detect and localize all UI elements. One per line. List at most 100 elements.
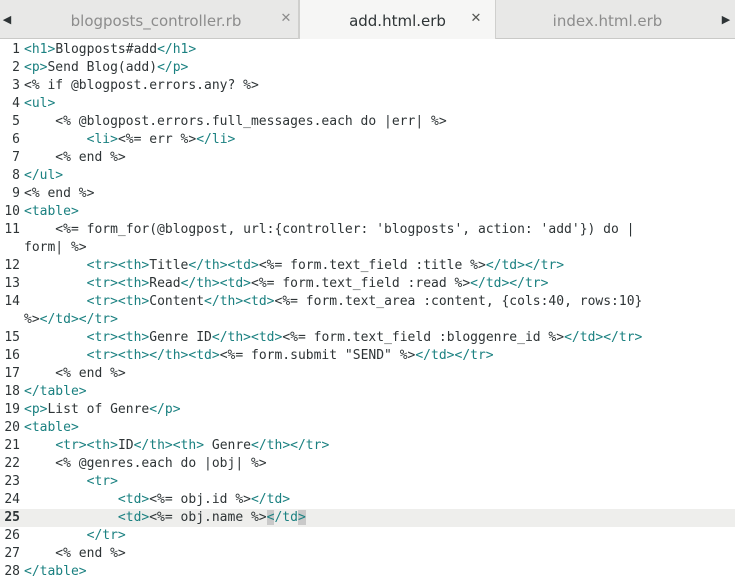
code-line[interactable]: 13 <tr><th>Read</th><td><%= form.text_fi… [0, 275, 735, 293]
code-text: </table> [24, 563, 87, 581]
code-line[interactable]: 7 <% end %> [0, 149, 735, 167]
code-text: <tr><th></th><td><%= form.submit "SEND" … [24, 347, 494, 365]
code-line[interactable]: 16 <tr><th></th><td><%= form.submit "SEN… [0, 347, 735, 365]
code-token: Read [149, 276, 181, 291]
code-line[interactable]: 26 </tr> [0, 527, 735, 545]
code-line[interactable]: 10 <table> [0, 203, 735, 221]
code-line[interactable]: 22 <% @genres.each do |obj| %> [0, 455, 735, 473]
code-line[interactable]: 15 <tr><th>Genre ID</th><td><%= form.tex… [0, 329, 735, 347]
code-line[interactable]: 23 <tr> [0, 473, 735, 491]
code-token: <%= form.submit "SEND" %> [219, 348, 416, 363]
code-line[interactable]: form| %> [0, 239, 735, 257]
code-text: <% @blogpost.errors.full_messages.each d… [24, 113, 446, 131]
code-token: <% end %> [24, 150, 126, 165]
line-number: 24 [4, 492, 20, 507]
code-line[interactable]: 17 <% end %> [0, 365, 735, 383]
scroll-tabs-left-icon[interactable]: ◀ [0, 0, 14, 39]
code-token: </ul> [24, 168, 64, 183]
line-number: 1 [12, 42, 20, 57]
code-line[interactable]: 6 <li><%= err %></li> [0, 131, 735, 149]
line-number: 16 [4, 348, 20, 363]
code-line[interactable]: 18 </table> [0, 383, 735, 401]
code-line[interactable]: 2 <p>Send Blog(add)</p> [0, 59, 735, 77]
code-token: /td [274, 510, 298, 525]
code-token: </tr> [86, 528, 126, 543]
code-token: </th></tr> [251, 438, 330, 453]
line-number: 6 [12, 132, 20, 147]
code-line[interactable]: 20 <table> [0, 419, 735, 437]
code-line[interactable]: 12 <tr><th>Title</th><td><%= form.text_f… [0, 257, 735, 275]
code-token: <tr><th> [86, 330, 150, 345]
line-number: 18 [4, 384, 20, 399]
code-line[interactable]: 19 <p>List of Genre</p> [0, 401, 735, 419]
code-text: <li><%= err %></li> [24, 131, 236, 149]
code-text: <h1>Blogposts#add</h1> [24, 41, 196, 59]
tab-add-html-erb[interactable]: add.html.erb ✕ [299, 0, 496, 39]
code-token: </th><th> [133, 438, 205, 453]
code-token: form| %> [24, 240, 87, 255]
code-line[interactable]: 24 <td><%= obj.id %></td> [0, 491, 735, 509]
code-text: </ul> [24, 167, 63, 185]
code-text: <% @genres.each do |obj| %> [24, 455, 267, 473]
line-number: 3 [12, 78, 20, 93]
line-number: 17 [4, 366, 20, 381]
line-number: 4 [12, 96, 20, 111]
code-line[interactable]: 21 <tr><th>ID</th><th> Genre</th></tr> [0, 437, 735, 455]
tab-index-html-erb[interactable]: index.html.erb [496, 0, 719, 39]
code-line[interactable]: 5 <% @blogpost.errors.full_messages.each… [0, 113, 735, 131]
code-line[interactable]: %></td></tr> [0, 311, 735, 329]
code-text: <% end %> [24, 545, 126, 563]
code-token: </p> [157, 60, 189, 75]
code-token: Title [149, 258, 189, 273]
code-line[interactable]: 4 <ul> [0, 95, 735, 113]
code-line[interactable]: 8 </ul> [0, 167, 735, 185]
code-text: </table> [24, 383, 87, 401]
code-token: <table> [24, 204, 79, 219]
tab-blogposts-controller[interactable]: blogposts_controller.rb ✕ [14, 0, 299, 39]
scroll-tabs-right-icon[interactable]: ▶ [719, 0, 733, 39]
code-line[interactable]: 9 <% end %> [0, 185, 735, 203]
code-line[interactable]: 28 </table> [0, 563, 735, 581]
code-token: <% if @blogpost.errors.any? %> [24, 78, 259, 93]
code-token: <%= form.text_area :content, {cols:40, r… [274, 294, 643, 309]
code-line[interactable]: 1 <h1>Blogposts#add</h1> [0, 41, 735, 59]
tab-label: add.html.erb [349, 12, 446, 30]
code-token: <% end %> [24, 546, 126, 561]
code-token: <td> [117, 492, 150, 507]
code-line[interactable]: 11 <%= form_for(@blogpost, url:{controll… [0, 221, 735, 239]
code-token: </table> [24, 564, 87, 579]
code-line[interactable]: 27 <% end %> [0, 545, 735, 563]
code-token: <%= form.text_field :read %> [251, 276, 471, 291]
code-text: <table> [24, 419, 79, 437]
code-text: <tr> [24, 473, 118, 491]
line-number: 10 [4, 204, 20, 219]
code-token: <% end %> [24, 186, 95, 201]
line-number: 5 [12, 114, 20, 129]
code-token: <% @genres.each do |obj| %> [24, 456, 267, 471]
line-number: 8 [12, 168, 20, 183]
line-number: 21 [4, 438, 20, 453]
code-line[interactable]: 25 <td><%= obj.name %></td> [0, 509, 735, 527]
code-token: <%= obj.name %> [149, 510, 267, 525]
code-token: </td></tr> [39, 312, 118, 327]
code-line[interactable]: 3 <% if @blogpost.errors.any? %> [0, 77, 735, 95]
code-text: <p>List of Genre</p> [24, 401, 181, 419]
code-editor[interactable]: 1 <h1>Blogposts#add</h1> 2 <p>Send Blog(add… [0, 39, 735, 583]
code-token: </th><td> [180, 276, 252, 291]
code-token: List of Genre [47, 402, 150, 417]
code-token: <li> [86, 132, 118, 147]
code-token: </th><td> [204, 294, 275, 309]
line-number: 9 [12, 186, 20, 201]
close-tab-icon[interactable]: ✕ [469, 12, 483, 26]
code-text: <ul> [24, 95, 55, 113]
close-tab-icon[interactable]: ✕ [279, 12, 293, 26]
line-number: 26 [4, 528, 20, 543]
code-text: <tr><th>Title</th><td><%= form.text_fiel… [24, 257, 564, 275]
code-line[interactable]: 14 <tr><th>Content</th><td><%= form.text… [0, 293, 735, 311]
